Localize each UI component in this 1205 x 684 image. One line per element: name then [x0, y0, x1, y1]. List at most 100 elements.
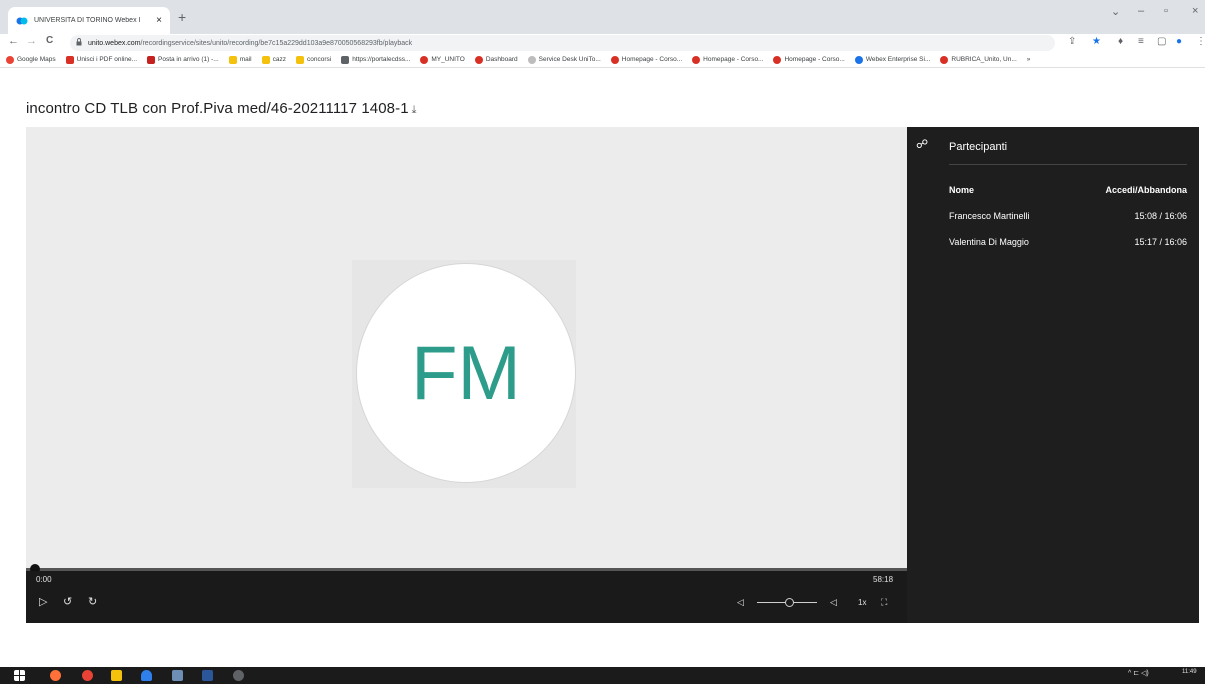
bookmark-item[interactable]: cazz — [261, 55, 286, 64]
bookmark-item[interactable]: RUBRICA_Unito, Un... — [940, 55, 1017, 64]
bookmark-item[interactable]: https://portalecdss... — [341, 55, 411, 64]
address-bar[interactable]: unito.webex.com/recordingservice/sites/u… — [70, 35, 1055, 51]
url-path: /recordingservice/sites/unito/recording/… — [140, 39, 413, 47]
reading-list-icon[interactable]: ≡ — [1138, 36, 1144, 47]
bookmark-favicon-icon — [147, 55, 155, 64]
close-window-button[interactable]: × — [1192, 5, 1198, 17]
bookmark-label: https://portalecdss... — [352, 56, 411, 63]
firefox-icon[interactable] — [50, 670, 61, 681]
bookmark-item[interactable]: Posta in arrivo (1) -... — [147, 55, 219, 64]
browser-tab[interactable]: UNIVERSITA DI TORINO Webex I × — [8, 7, 170, 34]
bookmark-label: Homepage - Corso... — [784, 56, 845, 63]
bookmark-favicon-icon — [6, 55, 14, 64]
clock[interactable]: 11:49 — [1182, 669, 1197, 675]
file-explorer-icon[interactable] — [111, 670, 122, 681]
current-time: 0:00 — [36, 575, 52, 584]
participants-icon[interactable]: ☍ — [916, 137, 928, 151]
minimize-button[interactable]: – — [1138, 5, 1144, 17]
participant-row: Francesco Martinelli 15:08 / 16:06 — [949, 211, 1187, 221]
new-tab-button[interactable]: + — [178, 9, 186, 25]
participant-time: 15:17 / 16:06 — [1134, 237, 1187, 247]
bookmark-favicon-icon — [773, 55, 782, 64]
lock-icon — [76, 38, 82, 46]
bookmark-favicon-icon — [940, 55, 949, 64]
recording-title-text: incontro CD TLB con Prof.Piva med/46-202… — [26, 100, 409, 117]
bookmarks-bar: Google Maps Unisci i PDF online... Posta i… — [0, 52, 1205, 68]
video-player[interactable]: FM 0:00 58:18 ▷ ↺ ↻ ◁ ◁ 1x ⛶ — [26, 127, 907, 623]
app-icon[interactable] — [141, 670, 152, 681]
bookmark-item[interactable]: Homepage - Corso... — [773, 55, 845, 64]
fullscreen-icon[interactable]: ⛶ — [881, 597, 887, 608]
extensions-icon[interactable]: ♦ — [1118, 36, 1123, 47]
bookmark-favicon-icon — [228, 55, 237, 64]
webex-favicon-icon — [16, 17, 28, 24]
bookmark-item[interactable]: Homepage - Corso... — [692, 55, 764, 64]
fast-forward-icon[interactable]: ↻ — [88, 595, 97, 608]
download-icon[interactable]: ⤓ — [412, 104, 417, 116]
bookmark-favicon-icon — [261, 55, 270, 64]
forward-button[interactable]: → — [26, 35, 37, 47]
bookmark-item[interactable]: Dashboard — [474, 55, 518, 64]
side-panel-icon[interactable]: ▢ — [1157, 36, 1166, 47]
bookmark-favicon-icon — [854, 55, 863, 64]
participant-row: Valentina Di Maggio 15:17 / 16:06 — [949, 237, 1187, 247]
player-controls: 0:00 58:18 ▷ ↺ ↻ ◁ ◁ 1x ⛶ — [26, 571, 907, 623]
bookmarks-overflow-icon[interactable]: » — [1027, 56, 1031, 63]
reload-button[interactable]: C — [46, 35, 53, 46]
bookmark-label: Posta in arrivo (1) -... — [158, 56, 219, 63]
participant-time: 15:08 / 16:06 — [1134, 211, 1187, 221]
bookmark-favicon-icon — [65, 55, 74, 64]
playback-speed[interactable]: 1x — [858, 598, 866, 607]
bookmark-favicon-icon — [474, 55, 483, 64]
column-header-join-leave: Accedi/Abbandona — [1105, 185, 1187, 195]
tab-strip: UNIVERSITA DI TORINO Webex I × + ⌄ – ▫ × — [0, 0, 1205, 34]
tab-search-icon[interactable]: ⌄ — [1111, 5, 1120, 18]
menu-kebab-icon[interactable]: ⋮ — [1196, 36, 1205, 47]
url-host: unito.webex.com — [88, 39, 141, 47]
profile-avatar-icon[interactable]: ● — [1176, 36, 1182, 47]
column-header-name: Nome — [949, 185, 975, 195]
bookmark-item[interactable]: mail — [228, 55, 252, 64]
bookmark-item[interactable]: Homepage - Corso... — [610, 55, 683, 64]
bookmark-item[interactable]: Service Desk UniTo... — [527, 55, 601, 64]
taskbar: ^ ⊏ ◁) 11:49 — [0, 667, 1205, 684]
bookmark-item[interactable]: Unisci i PDF online... — [65, 55, 137, 64]
close-tab-icon[interactable]: × — [156, 15, 162, 26]
share-icon[interactable]: ⇪ — [1068, 36, 1076, 47]
browser-toolbar: ← → C unito.webex.com/recordingservice/s… — [0, 34, 1205, 52]
bookmark-label: MY_UNITO — [431, 56, 465, 63]
participant-name: Valentina Di Maggio — [949, 237, 1029, 247]
bookmark-label: Dashboard — [485, 56, 518, 63]
bookmark-label: RUBRICA_Unito, Un... — [951, 56, 1017, 63]
bookmark-star-icon[interactable]: ★ — [1092, 36, 1101, 47]
volume-knob[interactable] — [785, 598, 794, 607]
chrome-icon[interactable] — [82, 670, 93, 681]
windows-start-icon[interactable] — [14, 670, 25, 681]
volume-icon[interactable]: ◁ — [830, 597, 837, 608]
bookmark-favicon-icon — [527, 55, 536, 64]
bookmark-favicon-icon — [610, 55, 619, 64]
word-icon[interactable] — [202, 670, 213, 681]
duration: 58:18 — [873, 575, 894, 584]
bookmark-item[interactable]: concorsi — [295, 55, 332, 64]
speaker-avatar: FM — [356, 263, 576, 483]
back-button[interactable]: ← — [8, 35, 19, 47]
bookmark-label: Homepage - Corso... — [621, 56, 683, 63]
chrome-active-icon[interactable] — [233, 670, 244, 681]
play-icon[interactable]: ▷ — [39, 595, 47, 608]
bookmark-label: concorsi — [306, 56, 332, 63]
system-tray-icons[interactable]: ^ ⊏ ◁) — [1128, 669, 1149, 677]
bookmark-label: Homepage - Corso... — [703, 56, 764, 63]
volume-slider[interactable] — [757, 598, 817, 607]
rewind-icon[interactable]: ↺ — [63, 595, 72, 608]
bookmark-item[interactable]: Google Maps — [6, 55, 56, 64]
bookmark-item[interactable]: Webex Enterprise Si... — [854, 55, 930, 64]
bookmark-item[interactable]: MY_UNITO — [420, 55, 465, 64]
maximize-button[interactable]: ▫ — [1164, 5, 1168, 17]
mute-icon[interactable]: ◁ — [737, 597, 744, 608]
calculator-icon[interactable] — [172, 670, 183, 681]
bookmark-label: Unisci i PDF online... — [76, 56, 137, 63]
tab-title: UNIVERSITA DI TORINO Webex I — [34, 17, 141, 24]
divider — [949, 164, 1187, 165]
bookmark-favicon-icon — [295, 55, 304, 64]
